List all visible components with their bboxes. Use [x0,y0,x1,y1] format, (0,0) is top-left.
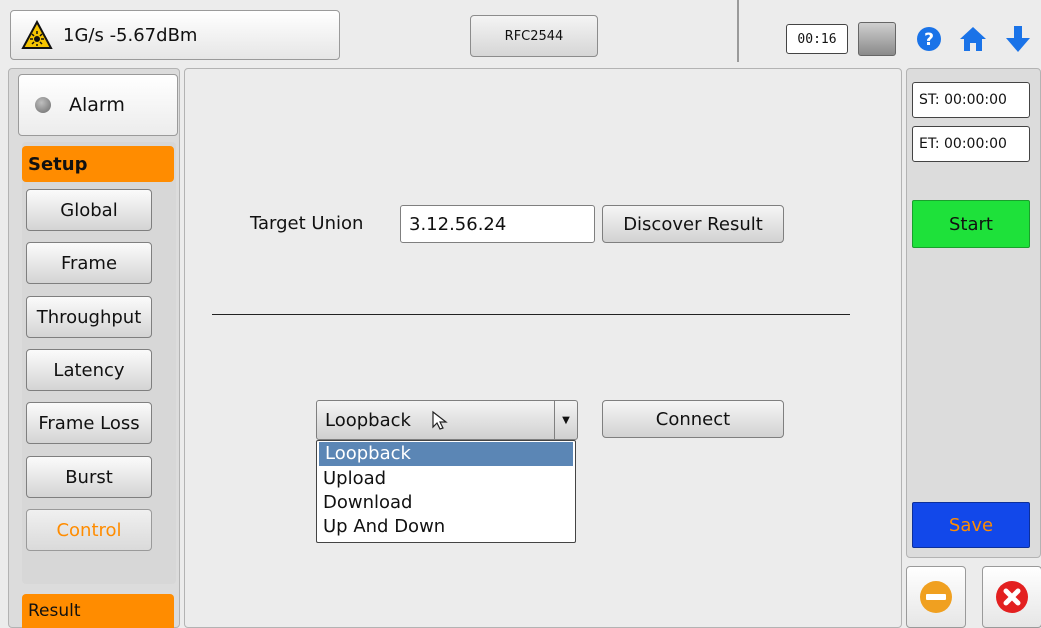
mode-dropdown-list: Loopback Upload Download Up And Down [316,440,576,543]
mode-select-value: Loopback [325,409,411,431]
cursor-icon [432,410,448,430]
main-panel [184,68,902,628]
result-header[interactable]: Result [22,594,174,628]
discover-result-button[interactable]: Discover Result [602,205,784,243]
test-mode-button[interactable]: RFC2544 [470,15,598,57]
end-time: ET: 00:00:00 [912,126,1030,162]
section-divider [212,314,850,315]
elapsed-timer: 00:16 [786,24,848,54]
svg-text:?: ? [924,30,934,50]
setup-header[interactable]: Setup [22,146,174,182]
mode-select[interactable]: Loopback ▼ [316,400,578,440]
sidebar-item-frame-loss[interactable]: Frame Loss [26,402,152,444]
chevron-down-icon[interactable]: ▼ [554,401,577,439]
target-union-input[interactable]: 3.12.56.24 [400,205,595,243]
sidebar-item-control[interactable]: Control [26,509,152,551]
sidebar-item-latency[interactable]: Latency [26,349,152,391]
close-icon [996,581,1028,613]
connect-button[interactable]: Connect [602,400,784,438]
home-icon[interactable] [958,24,988,54]
save-button[interactable]: Save [912,502,1030,548]
status-indicator[interactable]: 1G/s -5.67dBm [10,10,340,60]
arrow-down-icon[interactable] [1003,24,1033,54]
dropdown-option-download[interactable]: Download [317,491,575,515]
sidebar-item-frame[interactable]: Frame [26,242,152,284]
close-button[interactable] [982,566,1041,628]
sidebar-item-burst[interactable]: Burst [26,456,152,498]
laser-warning-icon [21,20,53,49]
alarm-led-icon [35,97,51,113]
start-button[interactable]: Start [912,200,1030,248]
sidebar-item-throughput[interactable]: Throughput [26,296,152,338]
alarm-button[interactable]: Alarm [18,74,178,136]
target-union-label: Target Union [250,213,364,234]
start-time: ST: 00:00:00 [912,82,1030,118]
dropdown-option-upload[interactable]: Upload [317,467,575,491]
alarm-label: Alarm [69,94,125,116]
sidebar-item-global[interactable]: Global [26,189,152,231]
dropdown-option-up-and-down[interactable]: Up And Down [317,515,575,539]
help-icon[interactable]: ? [914,24,944,54]
battery-icon [858,22,896,56]
dropdown-option-loopback[interactable]: Loopback [319,442,573,466]
divider [737,0,739,62]
minus-icon [920,581,952,613]
status-text: 1G/s -5.67dBm [63,24,198,46]
minimize-button[interactable] [906,566,966,628]
